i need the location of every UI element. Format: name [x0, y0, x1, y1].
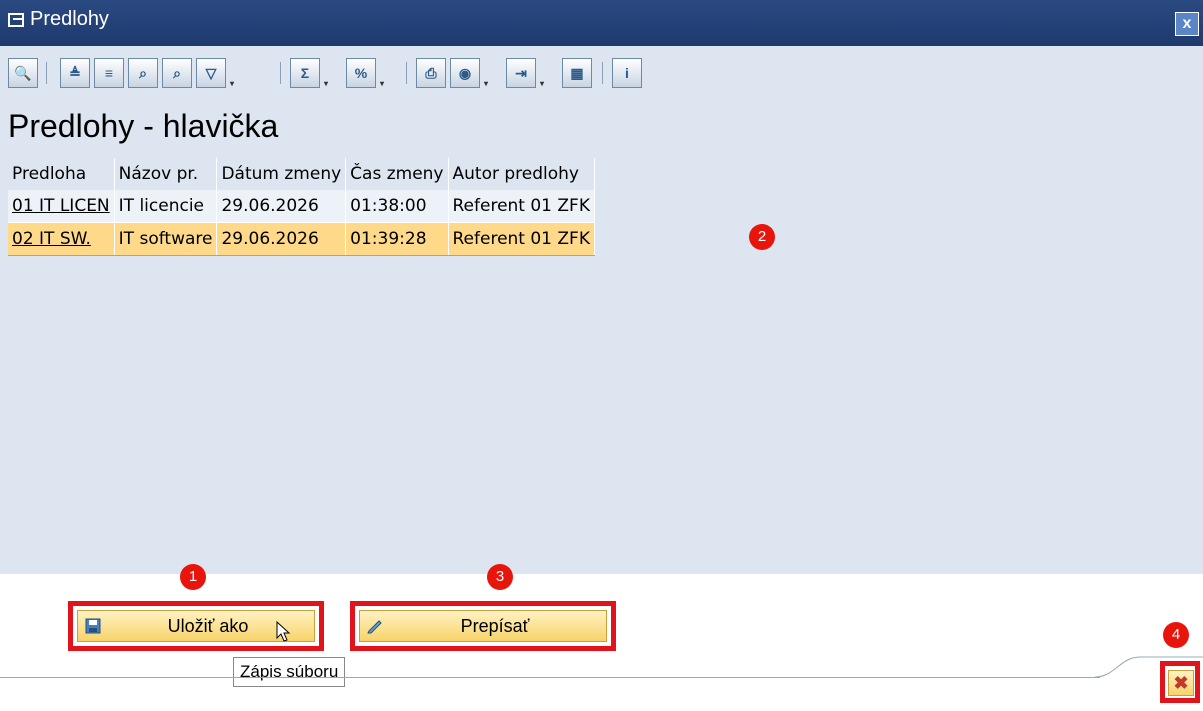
dropdown-arrow-icon[interactable]: ▾: [481, 79, 491, 89]
table-cell: Referent 01 ZFK: [448, 222, 595, 256]
subtotal-icon[interactable]: % ▾: [346, 58, 384, 88]
table-cell: 29.06.2026: [216, 222, 347, 256]
dropdown-arrow-icon[interactable]: ▾: [377, 79, 387, 89]
table-cell: 01:39:28: [345, 222, 449, 256]
overwrite-label: Prepísať: [460, 615, 530, 636]
title-bar: Predlohy x: [0, 0, 1203, 46]
table-cell: IT licencie: [114, 190, 218, 223]
column-header-datum[interactable]: Dátum zmeny: [216, 158, 347, 190]
step-marker-4: 4: [1163, 622, 1189, 648]
window-icon: [8, 12, 24, 27]
toolbar-separator: [602, 62, 603, 84]
edit-icon: [367, 620, 382, 634]
main-area: 🔍 ≜ ≡ ⌕ ⌕ ▽ ▾ Σ ▾ % ▾ ⎙ ◉ ▾ ⇥ ▾ ▦ i Predlohy …: [0, 46, 1203, 574]
footer-divider: [0, 677, 1100, 678]
table-cell[interactable]: 02 IT SW.: [8, 222, 115, 256]
highlight-save-as: Uložiť ako: [68, 601, 324, 651]
find-next-icon[interactable]: ⌕: [162, 58, 192, 88]
sort-asc-icon[interactable]: ≜: [60, 58, 90, 88]
toolbar-separator: [46, 62, 47, 84]
templates-table: Predloha Názov pr. Dátum zmeny Čas zmeny…: [8, 158, 595, 256]
filter-icon[interactable]: ▽ ▾: [196, 58, 234, 88]
table-cell: 29.06.2026: [216, 190, 347, 223]
find-icon[interactable]: ⌕: [128, 58, 158, 88]
table-row-selected[interactable]: 02 IT SW. IT software 29.06.2026 01:39:2…: [8, 222, 595, 256]
table-cell: Referent 01 ZFK: [448, 190, 595, 223]
sort-desc-icon[interactable]: ≡: [94, 58, 124, 88]
print-icon[interactable]: ⎙: [416, 58, 446, 88]
toolbar-separator: [280, 62, 281, 84]
table-cell[interactable]: 01 IT LICEN: [8, 190, 115, 223]
dropdown-arrow-icon[interactable]: ▾: [537, 79, 547, 89]
dropdown-arrow-icon[interactable]: ▾: [321, 79, 331, 89]
highlight-close: ✖: [1160, 661, 1200, 703]
template-link[interactable]: 02 IT SW.: [12, 229, 91, 249]
export-icon[interactable]: ⇥ ▾: [506, 58, 544, 88]
page-title: Predlohy - hlavička: [8, 108, 279, 144]
save-icon: [85, 618, 101, 634]
overwrite-button[interactable]: Prepísať: [359, 610, 607, 642]
toolbar: 🔍 ≜ ≡ ⌕ ⌕ ▽ ▾ Σ ▾ % ▾ ⎙ ◉ ▾ ⇥ ▾ ▦ i: [0, 46, 1203, 98]
view-icon[interactable]: ◉ ▾: [450, 58, 488, 88]
table-cell: 01:38:00: [345, 190, 449, 223]
column-header-nazov[interactable]: Názov pr.: [114, 158, 218, 190]
table-cell: IT software: [114, 222, 218, 256]
window-title-area: Predlohy: [8, 8, 109, 31]
layout-icon[interactable]: ▦: [562, 58, 592, 88]
details-icon[interactable]: 🔍: [8, 58, 38, 88]
mouse-cursor-icon: [276, 621, 291, 642]
close-icon[interactable]: ✖: [1168, 670, 1194, 696]
column-header-cas[interactable]: Čas zmeny: [345, 158, 449, 190]
info-icon[interactable]: i: [612, 58, 642, 88]
step-marker-3: 3: [487, 564, 513, 590]
toolbar-separator: [406, 62, 407, 84]
table-header-row: Predloha Názov pr. Dátum zmeny Čas zmeny…: [8, 158, 595, 190]
step-marker-2: 2: [749, 224, 775, 250]
template-link[interactable]: 01 IT LICEN: [12, 196, 110, 216]
table-row[interactable]: 01 IT LICEN IT licencie 29.06.2026 01:38…: [8, 190, 595, 223]
window-title: Predlohy: [30, 8, 109, 30]
sum-icon[interactable]: Σ ▾: [290, 58, 328, 88]
save-as-button[interactable]: Uložiť ako: [77, 610, 315, 642]
dropdown-arrow-icon[interactable]: ▾: [227, 79, 237, 89]
highlight-overwrite: Prepísať: [350, 601, 616, 651]
column-header-predloha[interactable]: Predloha: [8, 158, 115, 190]
window-close-button[interactable]: x: [1175, 12, 1199, 36]
column-header-autor[interactable]: Autor predlohy: [448, 158, 595, 190]
tooltip: Zápis súboru: [233, 657, 346, 687]
step-marker-1: 1: [180, 564, 206, 590]
